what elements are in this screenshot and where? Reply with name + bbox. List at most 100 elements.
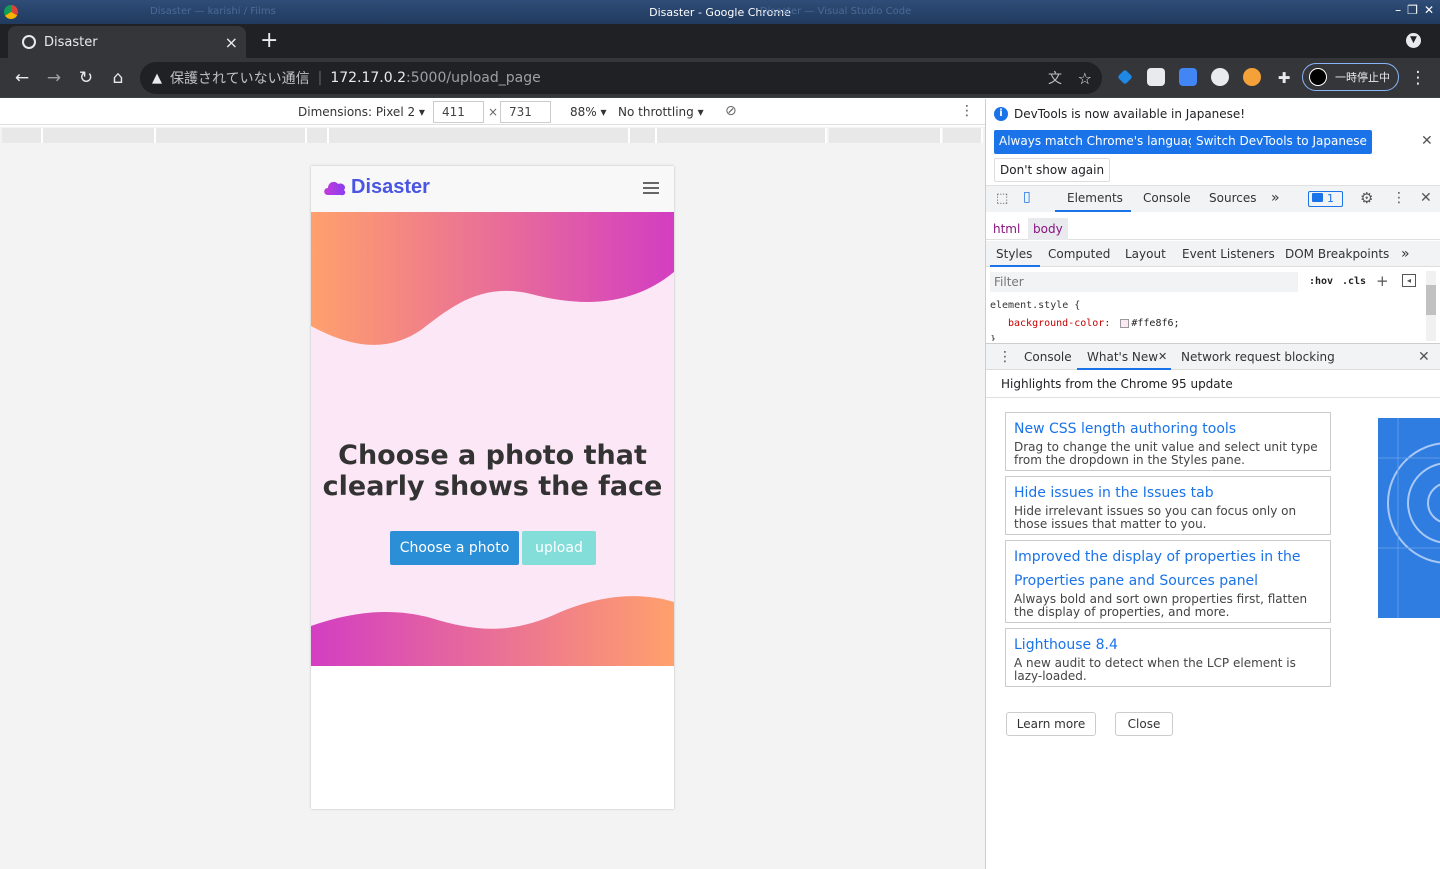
drawer-tab-network-blocking[interactable]: Network request blocking <box>1181 350 1335 364</box>
extension-grid-icon[interactable] <box>1147 68 1165 86</box>
style-declaration[interactable]: background-color: #ffe8f6; <box>1008 318 1180 329</box>
ruler-segment[interactable] <box>630 128 657 143</box>
tab-layout[interactable]: Layout <box>1125 247 1166 261</box>
width-input[interactable]: 411 <box>433 101 484 123</box>
hero-section: Choose a photo that clearly shows the fa… <box>311 212 674 666</box>
security-status[interactable]: 保護されていない通信 <box>170 68 310 88</box>
rotate-icon[interactable]: ⊘ <box>725 103 737 119</box>
feature-card[interactable]: Lighthouse 8.4 A new audit to detect whe… <box>1005 628 1331 687</box>
ruler-segment[interactable] <box>156 128 307 143</box>
chrome-menu-icon[interactable]: ⋮ <box>1406 66 1430 90</box>
close-window-icon[interactable]: ✕ <box>1424 3 1434 17</box>
dont-show-again-button[interactable]: Don't show again <box>994 158 1111 182</box>
tab-styles[interactable]: Styles <box>996 247 1032 261</box>
bookmark-star-icon[interactable]: ☆ <box>1078 69 1092 88</box>
cloud-logo-icon <box>324 181 346 195</box>
new-tab-button[interactable]: + <box>260 28 278 53</box>
tab-dom-breakpoints[interactable]: DOM Breakpoints <box>1285 247 1389 261</box>
infobar-close-icon[interactable]: ✕ <box>1421 133 1433 149</box>
hov-toggle[interactable]: :hov <box>1309 276 1333 287</box>
brand-logo[interactable]: Disaster <box>323 176 430 199</box>
emulated-page: Disaster Choose a photo that clearly sho… <box>311 166 674 809</box>
upload-button[interactable]: upload <box>522 531 596 565</box>
feature-card[interactable]: Hide issues in the Issues tab Hide irrel… <box>1005 476 1331 535</box>
styles-scrollbar[interactable] <box>1426 271 1436 341</box>
toggle-sidebar-icon[interactable]: ◂ <box>1402 274 1416 287</box>
breadcrumb-body[interactable]: body <box>1028 218 1068 240</box>
cls-toggle[interactable]: .cls <box>1342 276 1366 287</box>
ruler-segment[interactable] <box>943 128 983 143</box>
feature-card[interactable]: New CSS length authoring tools Drag to c… <box>1005 412 1331 471</box>
minimize-icon[interactable]: – <box>1395 3 1401 17</box>
hamburger-menu-icon[interactable] <box>643 182 659 194</box>
forward-icon[interactable]: → <box>42 66 66 90</box>
device-select[interactable]: Dimensions: Pixel 2 ▾ <box>298 105 425 119</box>
ghost-window-title-right: Disaster — Visual Studio Code <box>760 6 912 17</box>
ruler-segment[interactable] <box>657 128 827 143</box>
feature-card-title[interactable]: Hide issues in the Issues tab <box>1014 481 1322 505</box>
zoom-select[interactable]: 88% ▾ <box>570 105 607 119</box>
match-language-button[interactable]: Always match Chrome's language <box>994 130 1208 154</box>
ruler-segment[interactable] <box>829 128 942 143</box>
avatar <box>1309 68 1327 86</box>
close-whats-new-button[interactable]: Close <box>1115 712 1173 736</box>
device-toggle-icon[interactable]: ▯ <box>1023 189 1031 205</box>
styles-filter-input[interactable]: Filter <box>990 272 1298 292</box>
new-style-rule-icon[interactable]: + <box>1376 272 1389 290</box>
more-styles-tabs-icon[interactable]: » <box>1401 246 1410 262</box>
drawer-menu-icon[interactable]: ⋮ <box>998 349 1012 365</box>
tab-console[interactable]: Console <box>1143 191 1191 205</box>
device-toolbar-menu-icon[interactable]: ⋮ <box>960 103 974 119</box>
translate-icon[interactable]: 文 <box>1048 68 1062 88</box>
feature-card-title[interactable]: Lighthouse 8.4 <box>1014 633 1322 657</box>
style-rule-selector[interactable]: element.style { <box>990 300 1080 311</box>
inspect-element-icon[interactable]: ⬚ <box>996 191 1008 206</box>
feature-card-title[interactable]: Improved the display of properties in th… <box>1014 545 1322 593</box>
ruler-segment[interactable] <box>2 128 43 143</box>
maximize-icon[interactable]: ❐ <box>1407 3 1418 17</box>
reload-icon[interactable]: ↻ <box>74 66 98 90</box>
style-property-value[interactable]: #ffe8f6; <box>1131 318 1179 329</box>
ruler-segment[interactable] <box>329 128 630 143</box>
breadcrumb-html[interactable]: html <box>993 222 1020 236</box>
browser-tab[interactable]: Disaster × <box>8 26 246 58</box>
devtools-close-icon[interactable]: ✕ <box>1420 190 1432 206</box>
drawer-tab-console[interactable]: Console <box>1024 350 1072 364</box>
more-tabs-icon[interactable]: » <box>1271 190 1280 206</box>
tab-close-icon[interactable]: × <box>225 33 238 52</box>
tab-sources[interactable]: Sources <box>1209 191 1256 205</box>
profile-button[interactable]: 一時停止中 <box>1302 63 1399 91</box>
switch-japanese-button[interactable]: Switch DevTools to Japanese <box>1191 130 1372 154</box>
ruler-segment[interactable] <box>307 128 329 143</box>
devtools-menu-icon[interactable]: ⋮ <box>1392 190 1406 206</box>
back-icon[interactable]: ← <box>10 66 34 90</box>
settings-gear-icon[interactable]: ⚙ <box>1360 189 1373 207</box>
site-navbar: Disaster <box>311 166 674 212</box>
drawer-tab-whats-new[interactable]: What's New <box>1087 350 1158 364</box>
extension-owl-icon[interactable] <box>1243 68 1261 86</box>
extension-chat-icon[interactable] <box>1211 68 1229 86</box>
choose-photo-button[interactable]: Choose a photo <box>390 531 519 565</box>
warning-icon[interactable]: ▲ <box>152 71 162 86</box>
whats-new-close-icon[interactable]: ✕ <box>1158 350 1167 363</box>
style-property-name[interactable]: background-color: <box>1008 318 1110 329</box>
throttling-select[interactable]: No throttling ▾ <box>618 105 704 119</box>
ruler-segment[interactable] <box>43 128 156 143</box>
tab-elements[interactable]: Elements <box>1067 191 1123 205</box>
home-icon[interactable]: ⌂ <box>106 66 130 90</box>
tab-search-icon[interactable]: ▼ <box>1406 33 1421 48</box>
styles-toolbar: Styles Computed Layout Event Listeners D… <box>986 241 1440 267</box>
feature-card-title[interactable]: New CSS length authoring tools <box>1014 417 1322 441</box>
feature-card[interactable]: Improved the display of properties in th… <box>1005 540 1331 623</box>
extensions-puzzle-icon[interactable]: ✚ <box>1272 66 1296 90</box>
drawer-close-icon[interactable]: ✕ <box>1418 349 1430 365</box>
color-swatch[interactable] <box>1120 319 1130 328</box>
height-input[interactable]: 731 <box>500 101 551 123</box>
url-host: 172.17.0.2 <box>330 70 407 86</box>
tab-event-listeners[interactable]: Event Listeners <box>1182 247 1275 261</box>
extension-translate-icon[interactable] <box>1179 68 1197 86</box>
address-bar[interactable]: ▲ 保護されていない通信 | 172.17.0.2 :5000/upload_p… <box>140 62 1102 94</box>
learn-more-button[interactable]: Learn more <box>1006 712 1096 736</box>
tab-computed[interactable]: Computed <box>1048 247 1110 261</box>
extension-diamond-icon[interactable] <box>1117 69 1133 85</box>
